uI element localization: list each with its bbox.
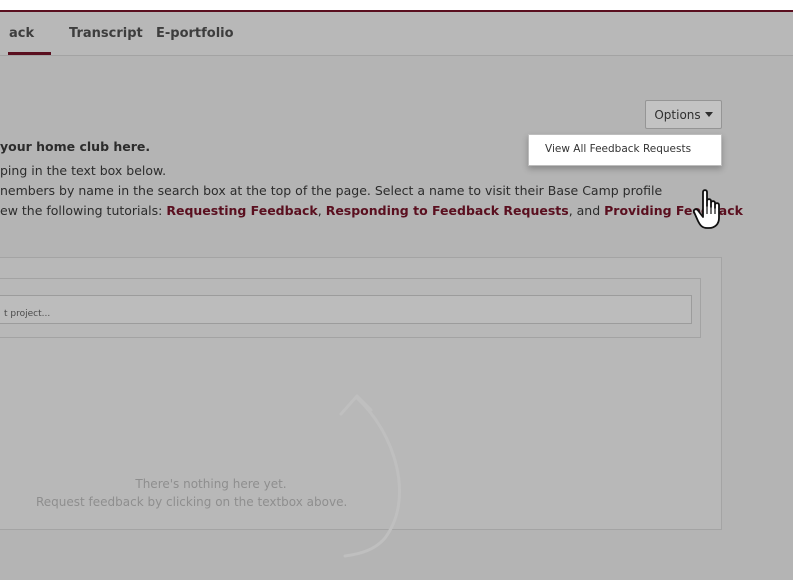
options-dropdown-menu: View All Feedback Requests [528, 134, 722, 166]
intro-line-3: nembers by name in the search box at the… [0, 183, 663, 198]
hand-pointer-cursor-icon [693, 189, 720, 229]
caret-down-icon [704, 112, 713, 117]
tab-transcript[interactable]: Transcript [69, 26, 143, 41]
feedback-input-container [0, 278, 701, 338]
intro-line-2: ping in the text box below. [0, 163, 167, 178]
separator-1: , [317, 203, 326, 218]
options-button[interactable]: Options [645, 100, 722, 129]
intro-heading-text: your home club here. [0, 139, 151, 154]
link-requesting-feedback[interactable]: Requesting Feedback [166, 203, 317, 218]
tab-feedback[interactable]: ack [9, 26, 34, 41]
empty-state-title: There's nothing here yet. [135, 477, 287, 491]
feedback-panel: There's nothing here yet. Request feedba… [0, 257, 722, 558]
tab-bar: ack Transcript E-portfolio [0, 12, 793, 56]
menu-item-view-all-feedback-requests[interactable]: View All Feedback Requests [545, 143, 691, 155]
separator-2: , and [568, 203, 605, 218]
active-tab-indicator [8, 52, 51, 55]
top-header [0, 0, 793, 10]
intro-heading: your home club here. [0, 139, 150, 154]
tab-e-portfolio[interactable]: E-portfolio [156, 26, 234, 41]
curved-arrow-icon [339, 394, 401, 558]
main-content: Options View All Feedback Requests your … [0, 56, 793, 580]
intro-line-4-prefix: ew the following tutorials: [0, 203, 167, 218]
link-responding-to-feedback-requests[interactable]: Responding to Feedback Requests [326, 203, 569, 218]
empty-state-hint: Request feedback by clicking on the text… [36, 495, 348, 509]
options-button-label: Options [654, 107, 701, 122]
intro-line-4: ew the following tutorials: Requesting F… [0, 203, 743, 218]
feedback-request-input[interactable] [0, 295, 692, 324]
